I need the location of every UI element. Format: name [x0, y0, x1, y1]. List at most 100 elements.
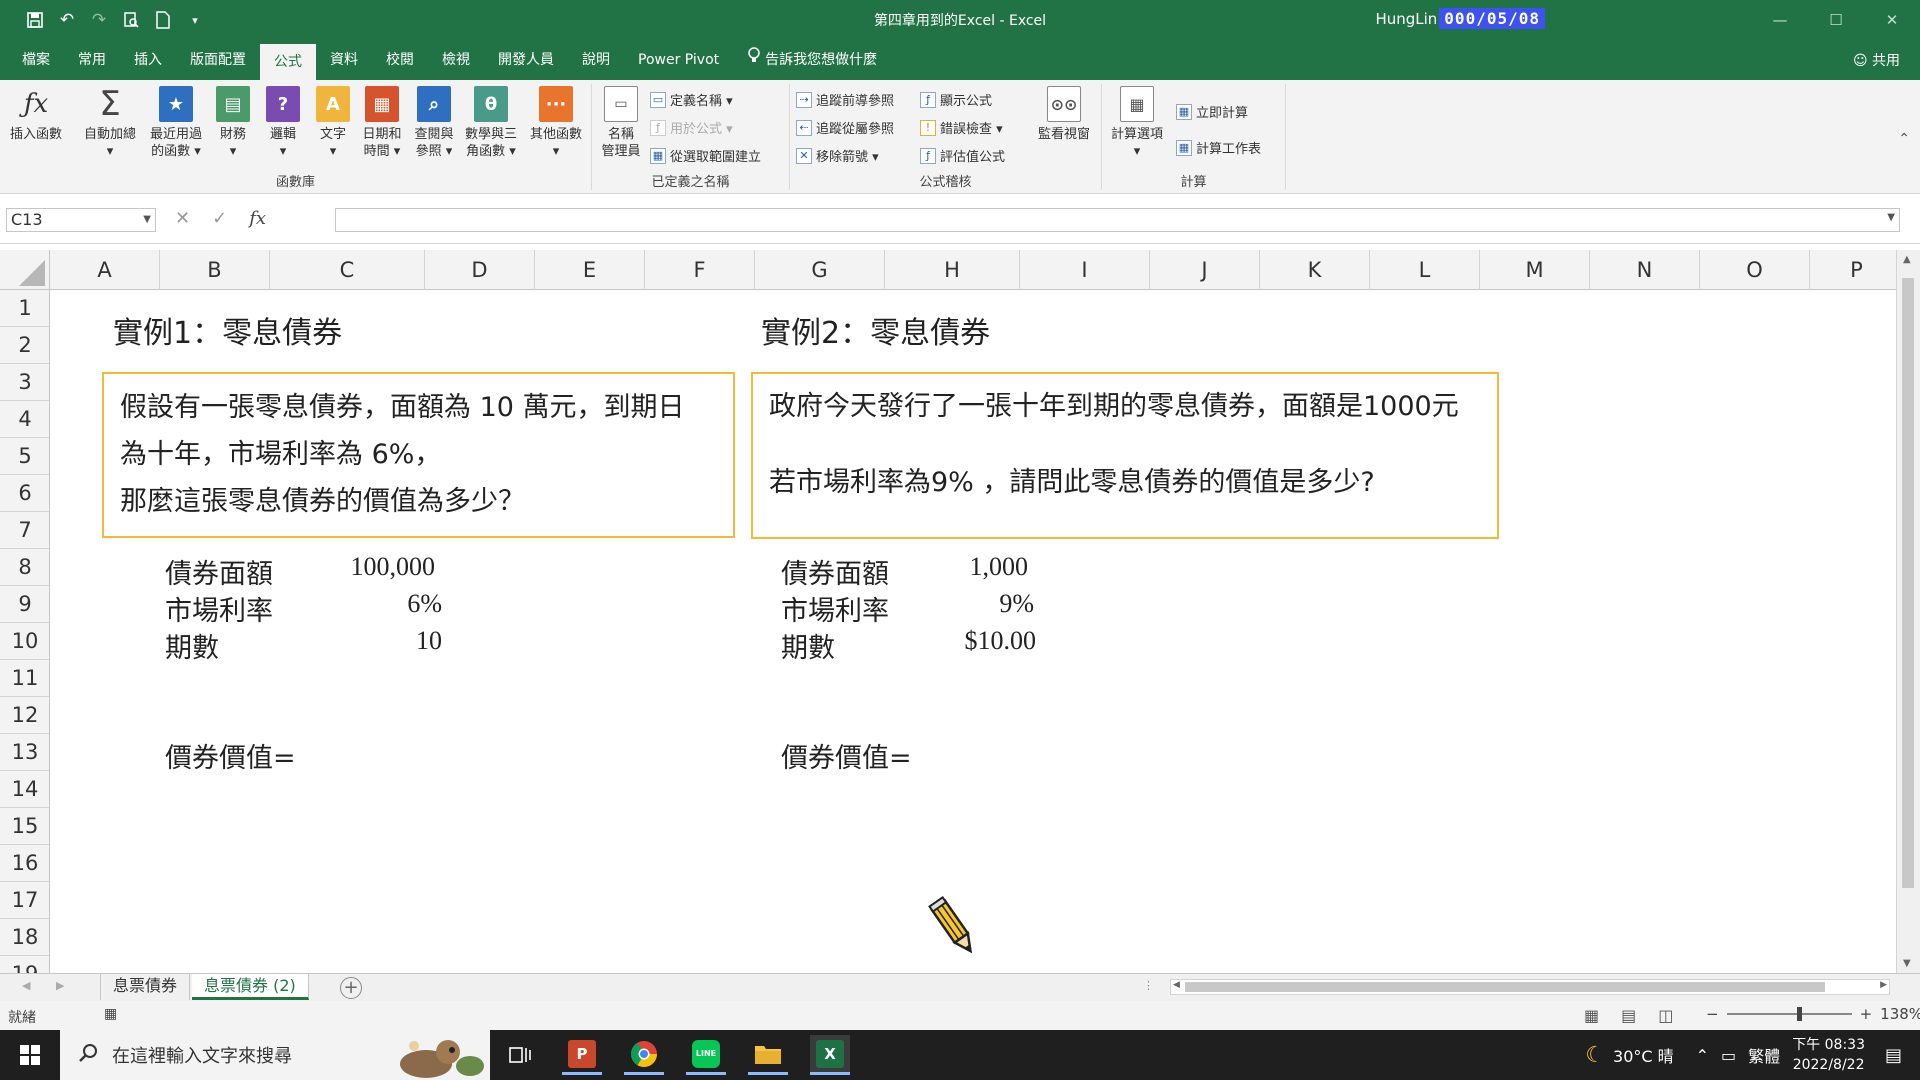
create-from-selection-button[interactable]: ▦ 從選取範圍建立 [650, 146, 761, 165]
column-header-g[interactable]: G [755, 250, 885, 290]
financial-button[interactable]: ▤ 財務 ▾ [210, 86, 256, 160]
formula-input[interactable]: ▼ [335, 208, 1900, 232]
calc-sheet-button[interactable]: ▦ 計算工作表 [1176, 138, 1261, 157]
taskbar-search-box[interactable]: 在這裡輸入文字來搜尋 [60, 1030, 490, 1080]
ime-indicator[interactable]: 繁體 [1748, 1043, 1780, 1067]
zoom-out-button[interactable]: − [1706, 1005, 1719, 1023]
column-header-c[interactable]: C [270, 250, 425, 290]
start-button[interactable] [0, 1030, 60, 1080]
math-trig-button[interactable]: θ 數學與三 角函數 ▾ [460, 86, 522, 160]
tab-developer[interactable]: 開發人員 [484, 40, 568, 80]
row-header-19[interactable]: 19 [0, 956, 49, 973]
logical-button[interactable]: ? 邏輯 ▾ [260, 86, 306, 160]
name-manager-button[interactable]: ▭ 名稱 管理員 [596, 86, 646, 160]
lookup-button[interactable]: ⌕ 查閱與 參照 ▾ [408, 86, 460, 160]
page-break-view-icon[interactable]: ◫ [1658, 1006, 1673, 1025]
close-button[interactable]: ✕ [1864, 0, 1920, 40]
line-app-icon[interactable]: LINE [686, 1035, 726, 1075]
row-header-9[interactable]: 9 [0, 586, 49, 623]
excel-app-icon[interactable]: X [810, 1035, 850, 1075]
column-header-o[interactable]: O [1700, 250, 1810, 290]
tab-data[interactable]: 資料 [316, 40, 372, 80]
customize-qat-icon[interactable]: ▾ [182, 7, 208, 33]
zoom-slider[interactable] [1726, 1007, 1852, 1021]
page-layout-view-icon[interactable]: ▤ [1621, 1006, 1636, 1025]
error-checking-button[interactable]: ! 錯誤檢查 ▾ [920, 118, 1003, 137]
calc-options-button[interactable]: ▦ 計算選項 ▾ [1106, 86, 1168, 160]
sheet-next-icon[interactable]: ▶ [56, 979, 64, 992]
watch-window-button[interactable]: ⊙⊙ 監看視窗 [1032, 86, 1096, 143]
show-formulas-button[interactable]: ƒ 顯示公式 [920, 90, 992, 109]
save-icon[interactable] [22, 7, 48, 33]
zoom-level[interactable]: 138% [1880, 1005, 1920, 1023]
define-name-button[interactable]: ▭ 定義名稱 ▾ [650, 90, 733, 109]
add-sheet-button[interactable]: + [340, 977, 362, 999]
sheet-prev-icon[interactable]: ◀ [22, 979, 30, 992]
row-header-15[interactable]: 15 [0, 808, 49, 845]
zoom-slider-knob[interactable] [1796, 1007, 1802, 1021]
datetime-button[interactable]: ▦ 日期和 時間 ▾ [356, 86, 408, 160]
column-header-d[interactable]: D [425, 250, 535, 290]
tray-overflow-icon[interactable]: ⌃ [1696, 1046, 1709, 1065]
cancel-icon[interactable]: ✕ [175, 208, 190, 229]
column-header-a[interactable]: A [50, 250, 160, 290]
row-header-13[interactable]: 13 [0, 734, 49, 771]
text-button[interactable]: A 文字 ▾ [310, 86, 356, 160]
insert-function-button[interactable]: ƒx 插入函數 [4, 86, 68, 143]
row-header-4[interactable]: 4 [0, 401, 49, 438]
use-in-formula-button[interactable]: ƒ 用於公式 ▾ [650, 118, 733, 137]
expand-formula-icon[interactable]: ▼ [1887, 212, 1895, 223]
trace-precedents-button[interactable]: ⇢ 追蹤前導參照 [796, 90, 894, 109]
user-account[interactable]: HungLin 000/05/08 [1375, 8, 1545, 29]
column-header-p[interactable]: P [1810, 250, 1904, 290]
tab-help[interactable]: 說明 [568, 40, 624, 80]
minimize-button[interactable]: — [1752, 0, 1808, 40]
zoom-in-button[interactable]: + [1860, 1005, 1873, 1023]
tab-home[interactable]: 常用 [64, 40, 120, 80]
column-header-j[interactable]: J [1150, 250, 1260, 290]
autosum-button[interactable]: Σ 自動加總 ▾ [80, 86, 140, 160]
calc-now-button[interactable]: ▦ 立即計算 [1176, 102, 1248, 121]
print-preview-icon[interactable] [118, 7, 144, 33]
new-file-icon[interactable] [150, 7, 176, 33]
moon-weather-icon[interactable]: ☾ [1585, 1043, 1605, 1068]
tab-page-layout[interactable]: 版面配置 [176, 40, 260, 80]
row-header-16[interactable]: 16 [0, 845, 49, 882]
row-header-8[interactable]: 8 [0, 549, 49, 586]
tab-power-pivot[interactable]: Power Pivot [624, 40, 733, 80]
row-header-1[interactable]: 1 [0, 290, 49, 327]
share-button[interactable]: ☺ 共用 [1853, 50, 1900, 70]
row-header-18[interactable]: 18 [0, 919, 49, 956]
column-header-e[interactable]: E [535, 250, 645, 290]
collapse-ribbon-icon[interactable]: ⌃ [1898, 131, 1910, 147]
scroll-up-icon[interactable]: ▲ [1903, 254, 1911, 265]
chrome-app-icon[interactable] [624, 1035, 664, 1075]
undo-icon[interactable]: ↶ [54, 7, 80, 33]
column-header-m[interactable]: M [1480, 250, 1590, 290]
tab-view[interactable]: 檢視 [428, 40, 484, 80]
task-view-icon[interactable] [500, 1035, 540, 1075]
column-header-f[interactable]: F [645, 250, 755, 290]
row-header-7[interactable]: 7 [0, 512, 49, 549]
worksheet-grid[interactable]: 實例1：零息債券 假設有一張零息債券，面額為 10 萬元，到期日 為十年，市場利… [50, 290, 1896, 973]
powerpoint-app-icon[interactable]: P [562, 1035, 602, 1075]
row-header-11[interactable]: 11 [0, 660, 49, 697]
row-header-10[interactable]: 10 [0, 623, 49, 660]
evaluate-formula-button[interactable]: ƒ 評估值公式 [920, 146, 1005, 165]
redo-icon[interactable]: ↷ [86, 7, 112, 33]
row-header-12[interactable]: 12 [0, 697, 49, 734]
column-header-i[interactable]: I [1020, 250, 1150, 290]
row-header-2[interactable]: 2 [0, 327, 49, 364]
scroll-down-icon[interactable]: ▼ [1903, 958, 1911, 969]
insert-function-icon[interactable]: fx [249, 208, 266, 229]
network-icon[interactable]: ▭ [1721, 1046, 1736, 1065]
sheet-tab-coupon-bond[interactable]: 息票債券 [100, 974, 191, 1000]
row-header-6[interactable]: 6 [0, 475, 49, 512]
scroll-right-icon[interactable]: ▶ [1880, 980, 1887, 990]
vertical-scrollbar[interactable]: ▲ ▼ [1896, 250, 1920, 973]
row-header-14[interactable]: 14 [0, 771, 49, 808]
row-header-5[interactable]: 5 [0, 438, 49, 475]
column-header-b[interactable]: B [160, 250, 270, 290]
column-header-l[interactable]: L [1370, 250, 1480, 290]
system-clock[interactable]: 下午 08:33 2022/8/22 [1792, 1035, 1865, 1075]
